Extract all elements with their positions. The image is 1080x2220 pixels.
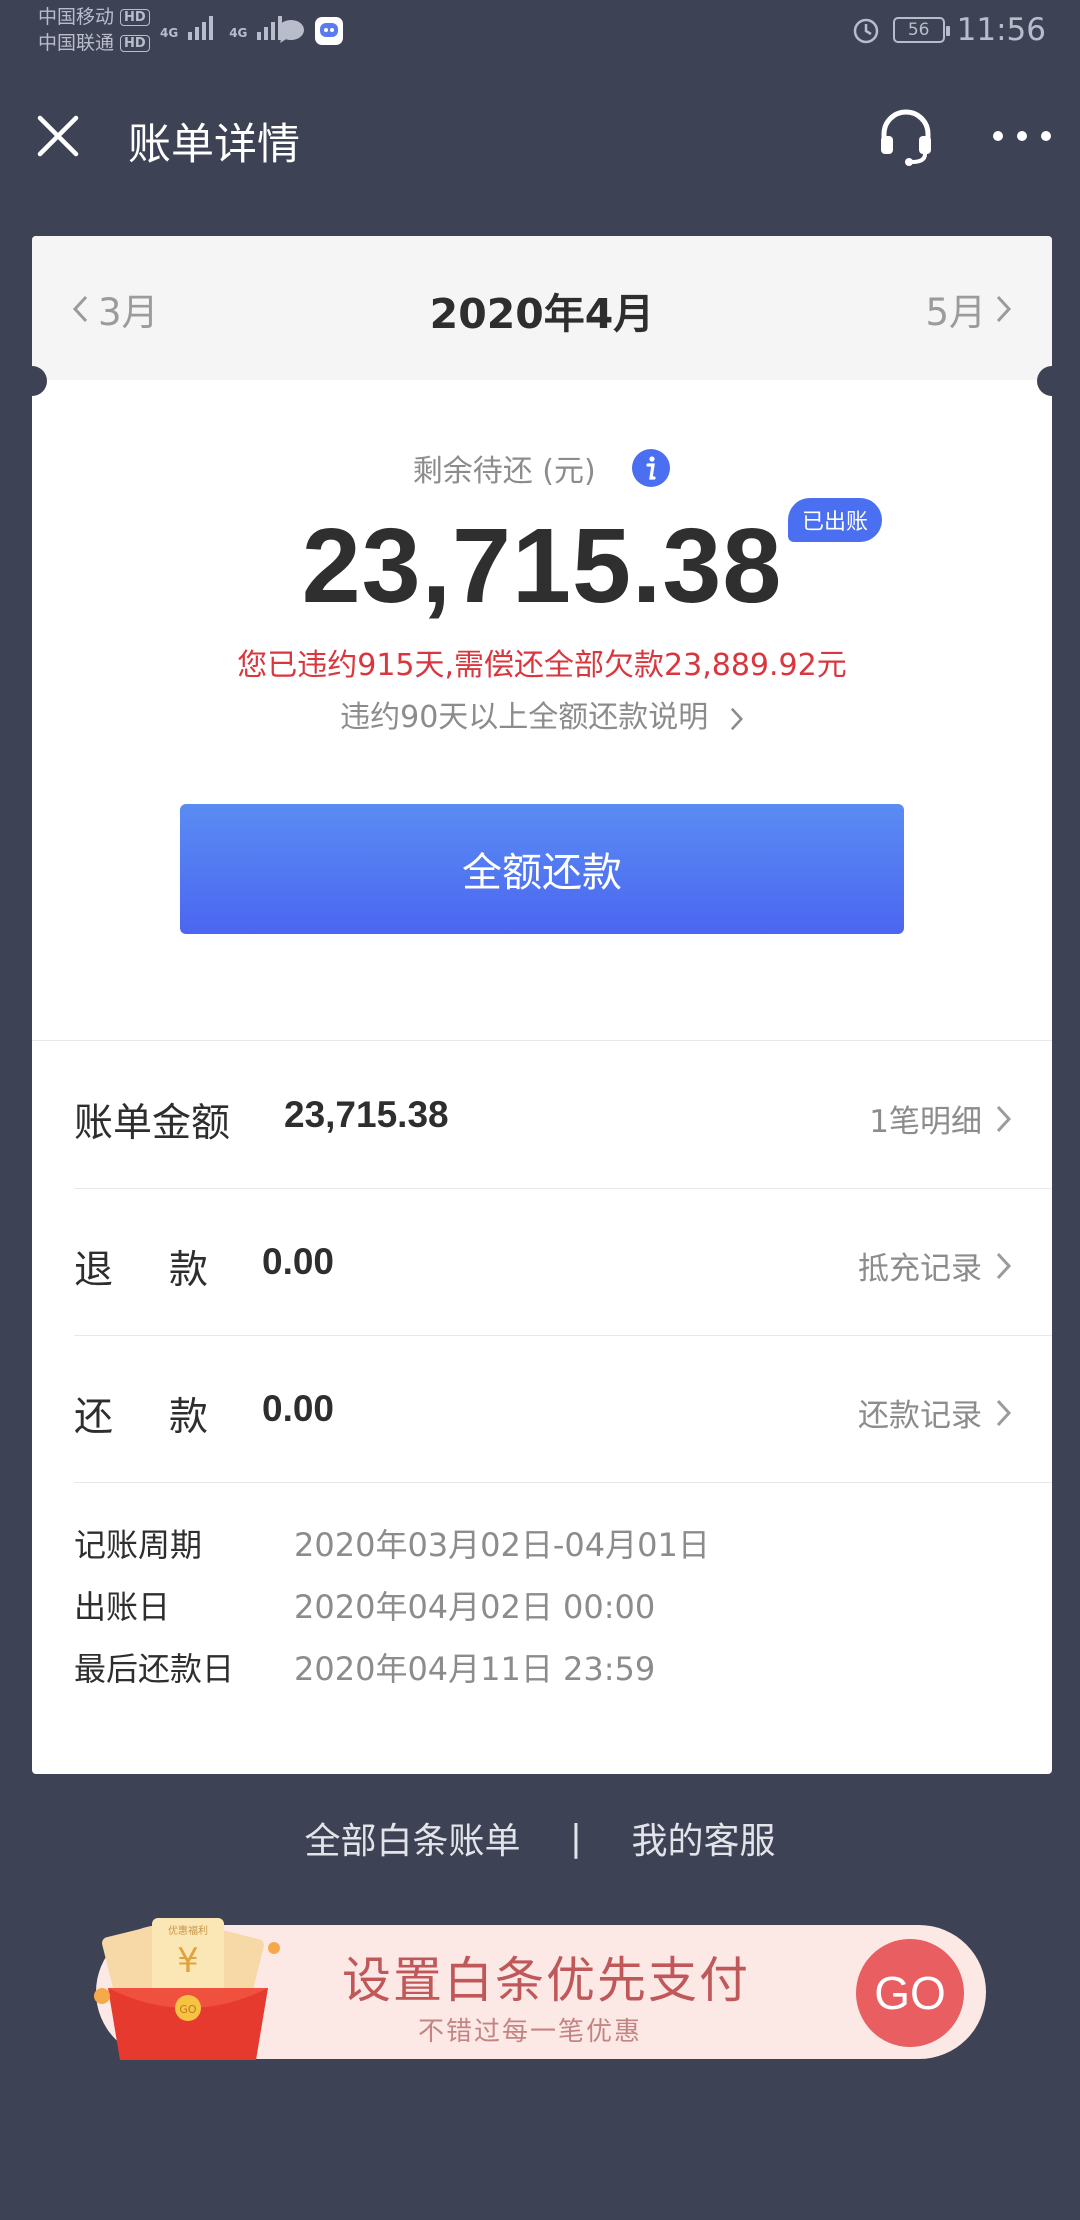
network-type-1: 4G — [160, 26, 179, 40]
navigation-bar: 账单详情 — [0, 90, 1080, 190]
divider — [32, 1040, 1052, 1041]
customer-service-headset-icon[interactable] — [874, 104, 938, 168]
page-title: 账单详情 — [128, 120, 300, 170]
signal-bars-1-icon — [188, 14, 214, 40]
bill-amount-value: 23,715.38 — [284, 1094, 449, 1135]
refund-label: 退款 — [74, 1248, 265, 1293]
remaining-label-group: 剩余待还 (元) — [32, 446, 1052, 490]
repayment-value: 0.00 — [262, 1388, 335, 1429]
app-notification-icon — [315, 17, 343, 45]
statement-date-label: 出账日 — [74, 1588, 171, 1626]
due-date-value: 2020年04月11日 23:59 — [294, 1650, 656, 1688]
offset-records-link[interactable]: 抵充记录 — [858, 1243, 1012, 1288]
alarm-icon — [853, 18, 878, 44]
ticket-notch-left — [17, 366, 47, 396]
network-type-2: 4G — [229, 26, 248, 40]
statement-date-row: 出账日 2020年04月02日 00:00 — [74, 1574, 710, 1636]
promo-subtitle: 不错过每一笔优惠 — [418, 2017, 643, 2047]
billing-period-value: 2020年03月02日-04月01日 — [294, 1526, 710, 1564]
statement-date-value: 2020年04月02日 00:00 — [294, 1588, 656, 1626]
more-options-icon[interactable] — [990, 120, 1054, 152]
overdue-notice: 您已违约915天,需偿还全部欠款23,889.92元 — [237, 648, 847, 683]
hd-badge-2: HD — [120, 34, 150, 52]
ticket-notch-right — [1037, 366, 1067, 396]
overdue-explanation-link[interactable]: 违约90天以上全额还款说明 — [32, 692, 1052, 736]
billing-period-label: 记账周期 — [74, 1526, 203, 1564]
remaining-amount: 23,715.38 — [301, 507, 783, 625]
battery-icon: 56 — [892, 17, 950, 43]
current-month: 2020年4月 — [429, 290, 655, 338]
next-month-button[interactable]: 5月 — [925, 282, 1012, 336]
due-date-label: 最后还款日 — [74, 1650, 235, 1688]
billing-period-row: 记账周期 2020年03月02日-04月01日 — [74, 1512, 710, 1574]
message-icon — [278, 20, 304, 43]
envelope-label: 优惠福利 — [168, 1924, 208, 1937]
chevron-right-icon — [996, 295, 1012, 323]
footer-divider: | — [569, 1817, 583, 1859]
carrier-1-name: 中国移动 — [38, 6, 115, 28]
due-date-row: 最后还款日 2020年04月11日 23:59 — [74, 1636, 710, 1698]
svg-text:¥: ¥ — [177, 1941, 199, 1981]
status-bar: 中国移动 HD 中国联通 HD 4G 4G 56 11:56 — [0, 0, 1080, 62]
bill-amount-row[interactable]: 账单金额 23,715.38 1笔明细 — [32, 1042, 1052, 1188]
full-repayment-button[interactable]: 全额还款 — [180, 804, 904, 934]
chevron-right-icon — [996, 1105, 1012, 1132]
bill-details-label: 1笔明细 — [869, 1104, 982, 1140]
repayment-records-link[interactable]: 还款记录 — [858, 1390, 1012, 1435]
hd-badge-1: HD — [120, 8, 150, 26]
customer-service-link[interactable]: 我的客服 — [632, 1812, 776, 1864]
repayment-label: 还款 — [74, 1395, 265, 1440]
overdue-explanation-label: 违约90天以上全额还款说明 — [340, 700, 709, 735]
footer-links: 全部白条账单 | 我的客服 — [0, 1812, 1080, 1864]
status-right-group: 56 11:56 — [851, 12, 1046, 48]
next-month-label: 5月 — [925, 291, 986, 334]
carrier-info: 中国移动 HD 中国联通 HD — [38, 4, 150, 56]
chevron-right-icon — [996, 1252, 1012, 1279]
refund-row[interactable]: 退款 0.00 抵充记录 — [32, 1189, 1052, 1335]
bill-detail-page: 中国移动 HD 中国联通 HD 4G 4G 56 11:56 账单详情 3月 2… — [0, 0, 1080, 2220]
red-envelope-icon: 优惠福利 ¥ GO — [94, 1918, 280, 2060]
chevron-right-icon — [730, 707, 743, 730]
chevron-right-icon — [996, 1399, 1012, 1426]
bill-details-link[interactable]: 1笔明细 — [869, 1096, 1012, 1141]
close-icon[interactable] — [34, 112, 82, 160]
bill-card: 3月 2020年4月 5月 剩余待还 (元) 23,715.38 已出账 您已违… — [17, 236, 1067, 1774]
all-bills-link[interactable]: 全部白条账单 — [304, 1812, 520, 1864]
offset-records-label: 抵充记录 — [858, 1251, 982, 1287]
promo-go-button[interactable]: GO — [856, 1939, 964, 2047]
info-icon[interactable] — [631, 448, 671, 488]
refund-value: 0.00 — [262, 1241, 335, 1282]
month-selector: 3月 2020年4月 5月 — [32, 236, 1052, 380]
repayment-row[interactable]: 还款 0.00 还款记录 — [32, 1336, 1052, 1482]
clock: 11:56 — [956, 12, 1046, 48]
envelope-go: GO — [179, 2003, 197, 2016]
repayment-records-label: 还款记录 — [858, 1398, 982, 1434]
promo-title: 设置白条优先支付 — [342, 1952, 751, 2009]
bill-amount-label: 账单金额 — [74, 1101, 231, 1146]
signal-indicators: 4G 4G — [160, 14, 283, 40]
billed-status-badge: 已出账 — [788, 498, 883, 542]
carrier-2-name: 中国联通 — [38, 32, 115, 54]
billing-dates: 记账周期 2020年03月02日-04月01日 出账日 2020年04月02日 … — [74, 1512, 710, 1698]
divider — [74, 1482, 1052, 1483]
remaining-label: 剩余待还 (元) — [412, 454, 596, 489]
